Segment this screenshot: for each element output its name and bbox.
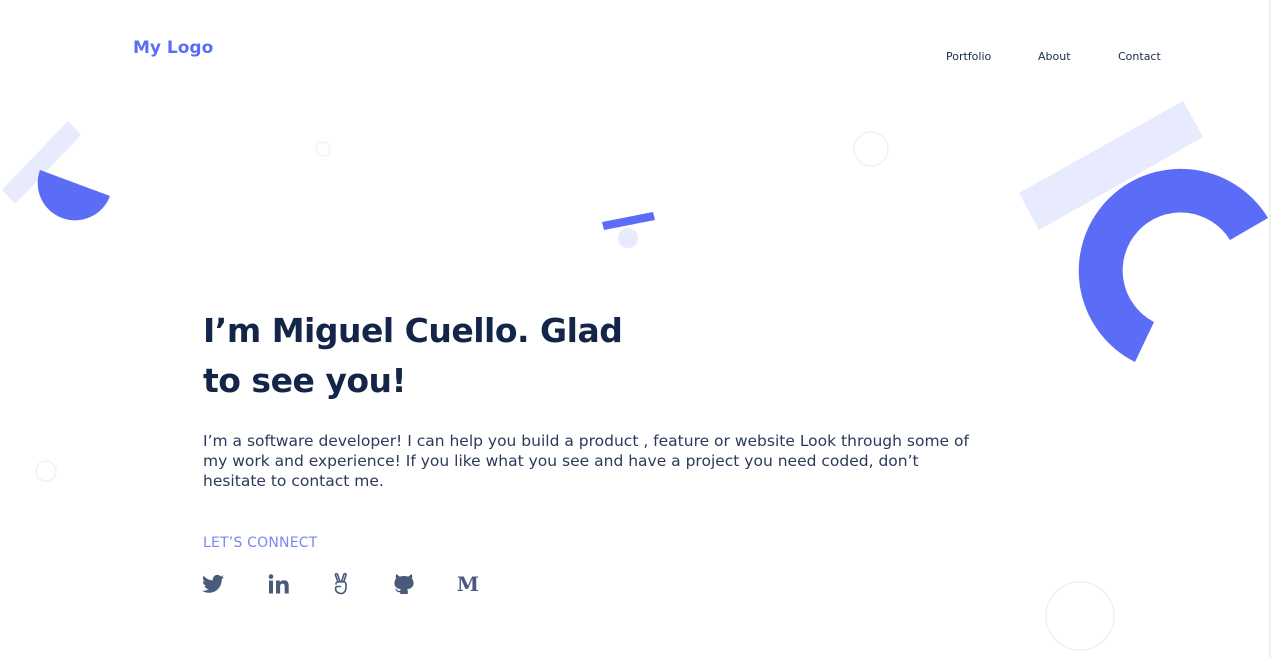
linkedin-icon [268, 574, 289, 594]
angellist-icon [334, 573, 347, 595]
medium-icon: M [457, 575, 479, 593]
linkedin-link[interactable] [266, 571, 292, 597]
decor-center-bar [602, 212, 655, 230]
page: My Logo Portfolio About Contact I’m Migu… [0, 0, 1271, 658]
decor-small-circle [315, 141, 331, 157]
medium-link[interactable]: M [455, 571, 481, 597]
angellist-link[interactable] [328, 571, 354, 597]
hero-title-line2: to see you! [203, 361, 407, 400]
decor-outline-circle-top [853, 131, 889, 167]
hero-title: I’m Miguel Cuello. Glad to see you! [203, 306, 763, 406]
decor-center-dot [618, 228, 638, 248]
decor-left-half-disc [37, 170, 110, 221]
nav-contact[interactable]: Contact [1118, 50, 1161, 63]
decor-outline-circle-bottom [1045, 581, 1115, 651]
twitter-icon [202, 574, 224, 593]
github-icon [394, 574, 414, 594]
nav-portfolio[interactable]: Portfolio [946, 50, 991, 63]
svg-text:M: M [457, 575, 479, 593]
decor-right-arc [1078, 168, 1268, 362]
decor-outline-circle-left [35, 460, 57, 482]
nav-about[interactable]: About [1038, 50, 1071, 63]
connect-label: LET’S CONNECT [203, 535, 318, 551]
logo[interactable]: My Logo [133, 38, 213, 58]
twitter-link[interactable] [200, 571, 226, 597]
github-link[interactable] [391, 571, 417, 597]
hero-description: I’m a software developer! I can help you… [203, 432, 969, 490]
hero-title-line1: I’m Miguel Cuello. Glad [203, 311, 623, 350]
